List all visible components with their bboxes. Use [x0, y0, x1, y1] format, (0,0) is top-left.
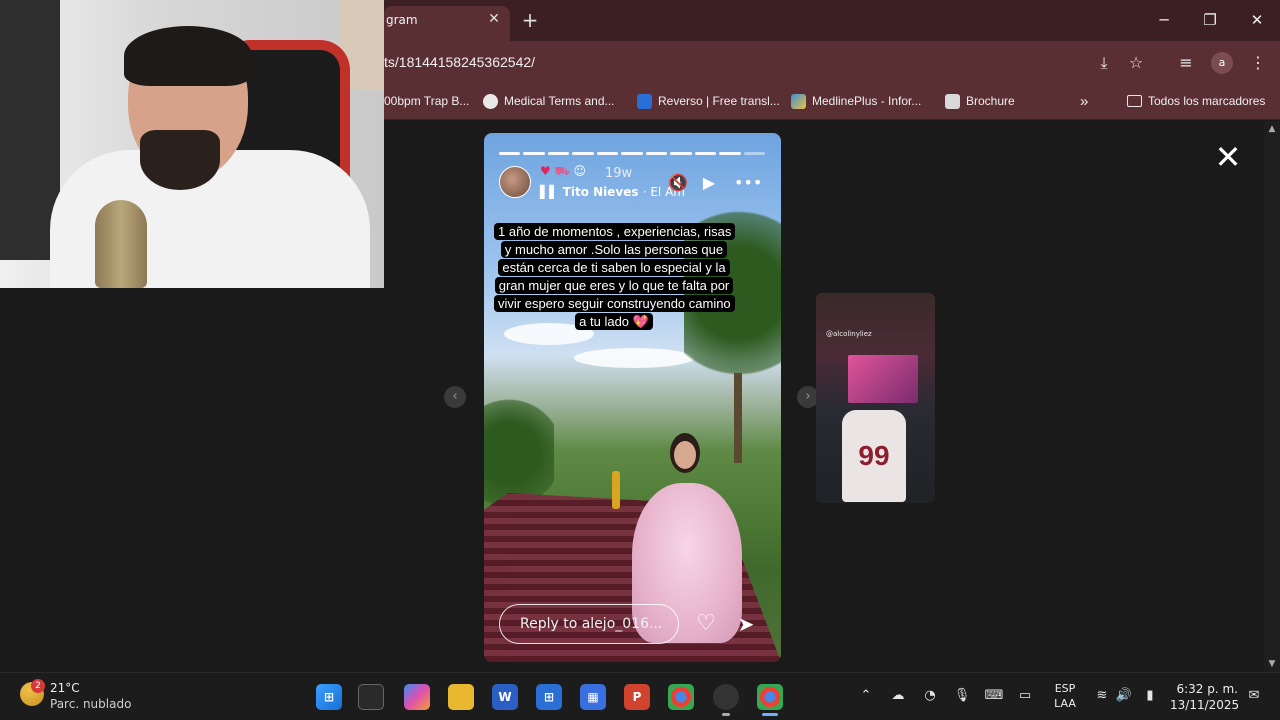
- play-icon[interactable]: ▶: [698, 172, 720, 194]
- bookmark-label: 00bpm Trap B...: [384, 94, 470, 108]
- next-story-username: @alcolinyliez: [826, 330, 872, 338]
- send-icon[interactable]: ➤: [733, 611, 759, 637]
- word-icon[interactable]: W: [492, 684, 518, 710]
- running-indicator: [722, 713, 730, 716]
- powerpoint-icon[interactable]: P: [624, 684, 650, 710]
- tree-trunk: [734, 373, 742, 463]
- like-heart-icon[interactable]: ♡: [693, 611, 719, 637]
- screen: gram ✕ + ─ ❐ ✕ ts/18144158245362542/ ⤓ ☆…: [0, 0, 1280, 720]
- chrome-icon[interactable]: [668, 684, 694, 710]
- story-music[interactable]: ▌▌ Tito Nieves · El Am: [540, 185, 685, 199]
- cloud: [574, 348, 694, 368]
- music-bars-icon: ▌▌: [540, 185, 559, 199]
- address-bar[interactable]: ts/18144158245362542/: [384, 54, 535, 70]
- weather-description[interactable]: Parc. nublado: [50, 697, 131, 711]
- active-indicator: [762, 713, 778, 716]
- tray-overflow-icon[interactable]: ⌃: [856, 686, 876, 706]
- bookmark-item[interactable]: Reverso | Free transl...: [637, 91, 780, 111]
- reverso-icon: [637, 93, 652, 109]
- bookmark-item[interactable]: 00bpm Trap B...: [384, 91, 469, 111]
- mute-icon[interactable]: 🔇: [667, 172, 689, 194]
- stage-screen: [848, 355, 918, 403]
- emoji-username[interactable]: ♥ ⛟ ☺: [540, 164, 586, 180]
- weather-badge: 2: [31, 679, 45, 693]
- jersey-number: 99: [858, 440, 890, 471]
- bookmark-label: MedlinePlus - Infor...: [812, 94, 922, 108]
- keyboard-icon[interactable]: ⌨: [984, 686, 1004, 706]
- clock-time: 6:32 p. m.: [1176, 682, 1238, 696]
- task-view-icon[interactable]: [358, 684, 384, 710]
- language-indicator[interactable]: ESP LAA: [1052, 681, 1078, 711]
- media-control-icon[interactable]: ≡: [1175, 52, 1197, 74]
- restore-button[interactable]: ❐: [1197, 8, 1223, 32]
- menu-kebab-icon[interactable]: ⋮: [1247, 52, 1269, 74]
- store-icon[interactable]: ⊞: [536, 684, 562, 710]
- story-time-ago: 19w: [605, 166, 633, 181]
- install-app-icon[interactable]: ⤓: [1093, 52, 1115, 74]
- display-icon[interactable]: ▭: [1015, 686, 1035, 706]
- battery-icon[interactable]: ▮: [1140, 686, 1160, 706]
- clock-date: 13/11/2025: [1170, 698, 1240, 712]
- close-viewer-icon[interactable]: ✕: [1212, 140, 1244, 174]
- weather-temperature[interactable]: 21°C: [50, 681, 80, 695]
- webcam-overlay: [0, 0, 384, 288]
- scroll-down-icon[interactable]: ▼: [1266, 659, 1278, 671]
- windows-start-icon[interactable]: ⊞: [316, 684, 342, 710]
- bookmark-item[interactable]: MedlinePlus - Infor...: [791, 91, 921, 111]
- file-explorer-icon[interactable]: [448, 684, 474, 710]
- obs-icon[interactable]: [713, 684, 739, 710]
- folder-icon: [1127, 95, 1142, 107]
- story-caption: 1 año de momentos , experiencias, risas …: [494, 223, 736, 331]
- cloud-sync-icon[interactable]: ☁: [888, 686, 908, 706]
- minimize-button[interactable]: ─: [1151, 8, 1177, 32]
- music-artist: Tito Nieves: [562, 185, 639, 199]
- medical-icon: [483, 93, 498, 109]
- bookmark-label: Reverso | Free transl...: [658, 94, 780, 108]
- volume-icon[interactable]: 🔊: [1114, 686, 1134, 706]
- more-options-icon[interactable]: •••: [734, 172, 762, 194]
- scroll-up-icon[interactable]: ▲: [1266, 124, 1278, 136]
- copilot-icon[interactable]: [404, 684, 430, 710]
- face: [674, 441, 696, 469]
- reply-placeholder: Reply to alejo_016...: [520, 616, 663, 632]
- wifi-icon[interactable]: ≋: [1092, 686, 1112, 706]
- person-hair: [124, 26, 252, 86]
- story-progress-bar: [499, 152, 765, 155]
- bookmark-label: Brochure: [966, 94, 1015, 108]
- language-bottom: LAA: [1054, 697, 1076, 710]
- previous-story-icon[interactable]: ‹: [444, 386, 466, 408]
- story-author-avatar[interactable]: [499, 166, 531, 198]
- microphone-icon[interactable]: 🎙: [952, 686, 972, 706]
- person-beard: [140, 130, 220, 190]
- bookmark-item[interactable]: Brochure: [945, 91, 1015, 111]
- language-top: ESP: [1054, 682, 1076, 695]
- tab-title[interactable]: gram: [386, 13, 418, 27]
- all-bookmarks-label: Todos los marcadores: [1148, 94, 1266, 108]
- system-clock[interactable]: 6:32 p. m. 13/11/2025: [1170, 681, 1240, 713]
- all-bookmarks-folder[interactable]: Todos los marcadores: [1127, 91, 1265, 111]
- new-tab-button[interactable]: +: [520, 9, 540, 31]
- medlineplus-icon: [791, 93, 806, 109]
- network-app-icon[interactable]: ◔: [920, 686, 940, 706]
- brochure-icon: [945, 93, 960, 109]
- bookmark-star-icon[interactable]: ☆: [1125, 52, 1147, 74]
- bookmark-label: Medical Terms and...: [504, 94, 615, 108]
- calendar-icon[interactable]: ▦: [580, 684, 606, 710]
- tab-close-icon[interactable]: ✕: [486, 10, 502, 28]
- chrome-profile-icon[interactable]: [757, 684, 783, 710]
- caption-text: 1 año de momentos , experiencias, risas …: [494, 223, 736, 330]
- bookmarks-overflow-icon[interactable]: »: [1080, 91, 1088, 111]
- microphone: [95, 200, 147, 288]
- close-window-button[interactable]: ✕: [1244, 8, 1270, 32]
- bookmark-item[interactable]: Medical Terms and...: [483, 91, 615, 111]
- notifications-icon[interactable]: ✉: [1244, 686, 1264, 706]
- bottle: [612, 471, 620, 509]
- profile-avatar[interactable]: a: [1211, 52, 1233, 74]
- page-scrollbar[interactable]: [1264, 121, 1280, 672]
